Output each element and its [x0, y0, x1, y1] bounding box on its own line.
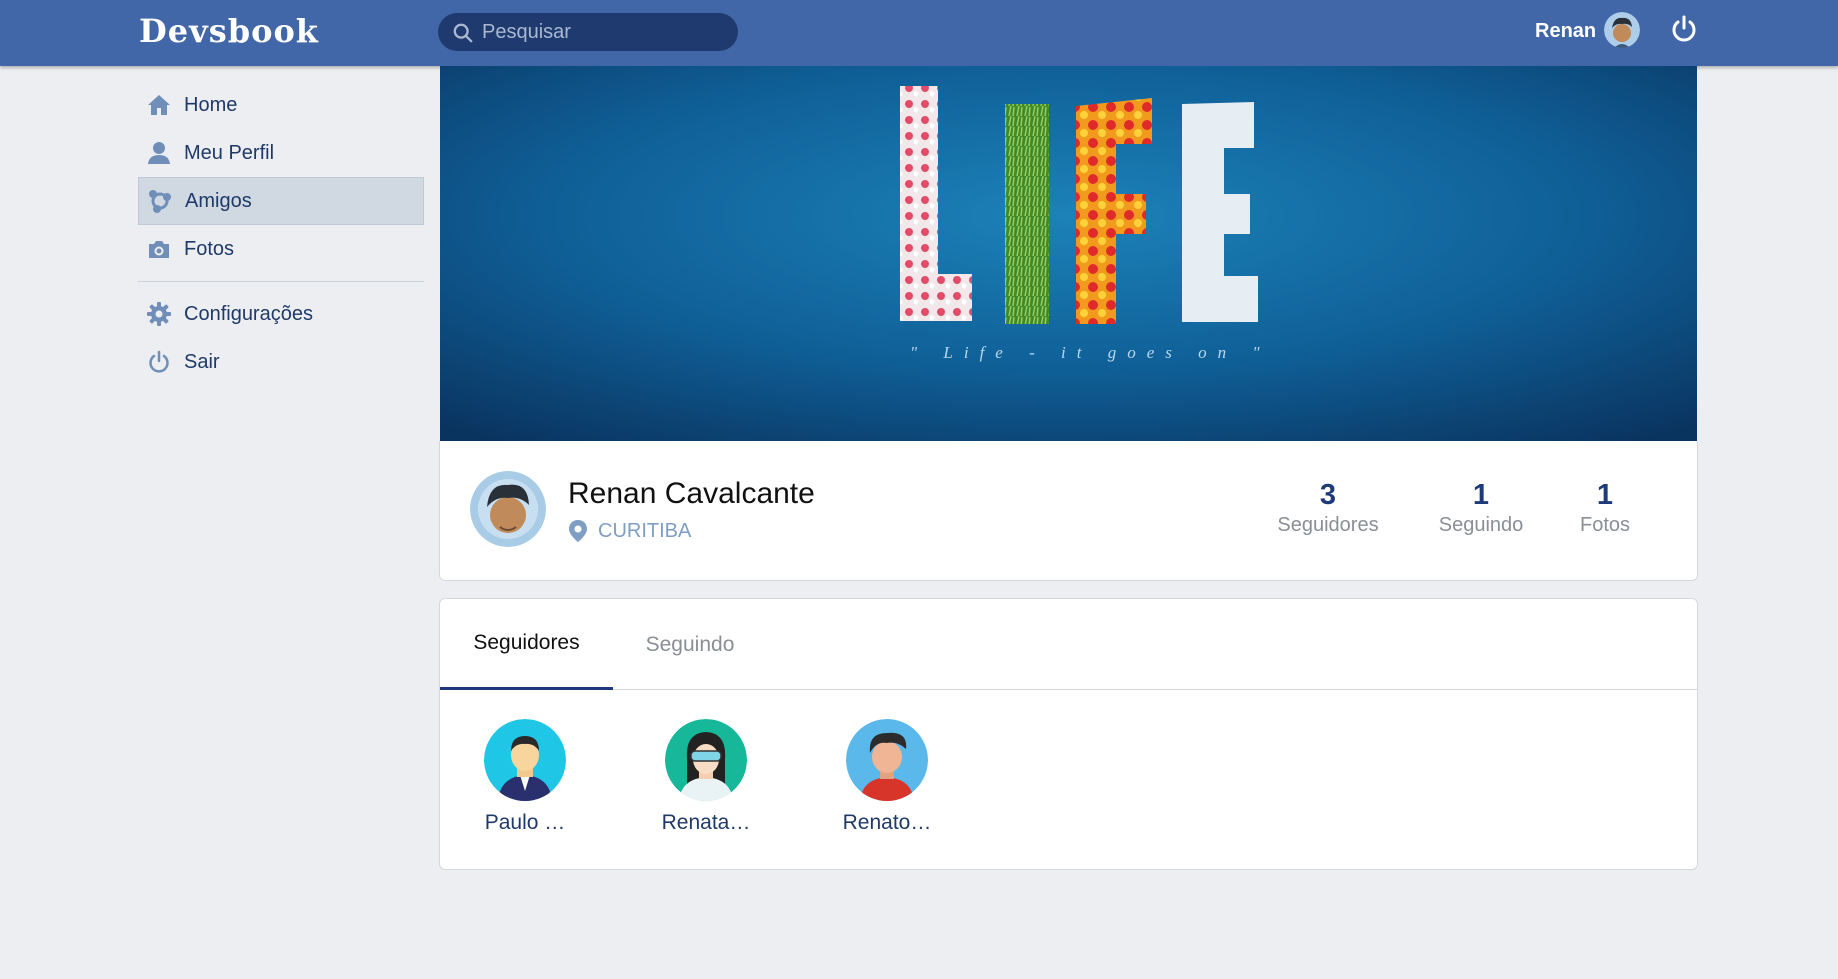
- cover-image: " Life - it goes on ": [440, 66, 1697, 441]
- avatar-image: [484, 719, 566, 801]
- profile-avatar[interactable]: [470, 471, 546, 547]
- cover-tagline: " Life - it goes on ": [910, 343, 1271, 362]
- friends-icon: [147, 188, 173, 214]
- location-text: CURITIBA: [598, 519, 692, 542]
- stat-value: 1: [1472, 479, 1490, 511]
- avatar-image: [1604, 12, 1640, 48]
- search-input[interactable]: [482, 13, 722, 51]
- sidebar-item-label: Fotos: [184, 237, 235, 260]
- camera-icon: [146, 236, 172, 262]
- tab-seguidores[interactable]: Seguidores: [440, 599, 613, 690]
- profile-card: Renan Cavalcante CURITIBA 3 Seguidores 1…: [439, 441, 1698, 581]
- power-icon[interactable]: [1669, 14, 1699, 44]
- sidebar-item-fotos[interactable]: Fotos: [138, 225, 424, 273]
- avatar-image: [665, 719, 747, 801]
- sidebar-item-sair[interactable]: Sair: [138, 338, 424, 386]
- search-icon: [453, 23, 473, 43]
- sidebar-item-meu-perfil[interactable]: Meu Perfil: [138, 129, 424, 177]
- avatar-image: [470, 471, 546, 547]
- gear-icon: [146, 301, 172, 327]
- sidebar-item-home[interactable]: Home: [138, 81, 424, 129]
- tab-bar: Seguidores Seguindo: [440, 599, 1697, 690]
- friend-item[interactable]: Paulo …: [470, 719, 580, 835]
- sidebar-item-configuracoes[interactable]: Configurações: [138, 290, 424, 338]
- top-bar: Devsbook Renan: [0, 0, 1838, 66]
- friends-card: Seguidores Seguindo Paulo … Renata… Rena…: [439, 598, 1698, 870]
- stat-value: 1: [1596, 479, 1614, 511]
- stat-seguindo[interactable]: 1 Seguindo: [1426, 481, 1536, 537]
- header-user-name[interactable]: Renan: [1535, 20, 1596, 43]
- sidebar-item-label: Home: [184, 93, 238, 116]
- friend-name[interactable]: Renato…: [832, 811, 942, 835]
- stat-fotos[interactable]: 1 Fotos: [1565, 481, 1645, 537]
- sidebar-item-label: Configurações: [184, 302, 313, 325]
- friend-item[interactable]: Renata…: [651, 719, 761, 835]
- sidebar: Home Meu Perfil Amigos Fotos Configuraçõ…: [138, 81, 424, 386]
- stat-label: Seguidores: [1277, 514, 1379, 536]
- profile-name: Renan Cavalcante: [568, 477, 815, 510]
- friend-name[interactable]: Paulo …: [470, 811, 580, 835]
- sidebar-divider: [138, 281, 424, 282]
- sidebar-item-label: Meu Perfil: [184, 141, 275, 164]
- friend-avatar[interactable]: [665, 719, 747, 801]
- stat-value: 3: [1319, 479, 1337, 511]
- home-icon: [146, 92, 172, 118]
- profile-location: CURITIBA: [568, 519, 691, 543]
- stat-seguidores[interactable]: 3 Seguidores: [1263, 481, 1393, 537]
- friend-avatar[interactable]: [846, 719, 928, 801]
- friend-avatar[interactable]: [484, 719, 566, 801]
- cover-photo: " Life - it goes on ": [440, 66, 1697, 441]
- stat-label: Fotos: [1579, 514, 1631, 536]
- friend-name[interactable]: Renata…: [651, 811, 761, 835]
- logo[interactable]: Devsbook: [139, 12, 319, 50]
- header-avatar[interactable]: [1604, 12, 1640, 48]
- location-pin-icon: [569, 520, 587, 542]
- stat-label: Seguindo: [1438, 514, 1524, 536]
- power-icon: [146, 349, 172, 375]
- sidebar-item-amigos[interactable]: Amigos: [138, 177, 424, 225]
- avatar-image: [846, 719, 928, 801]
- sidebar-item-label: Sair: [184, 350, 220, 373]
- sidebar-item-label: Amigos: [185, 189, 252, 212]
- search-box[interactable]: [438, 13, 738, 51]
- user-icon: [146, 140, 172, 166]
- tab-seguindo[interactable]: Seguindo: [613, 599, 767, 690]
- friend-item[interactable]: Renato…: [832, 719, 942, 835]
